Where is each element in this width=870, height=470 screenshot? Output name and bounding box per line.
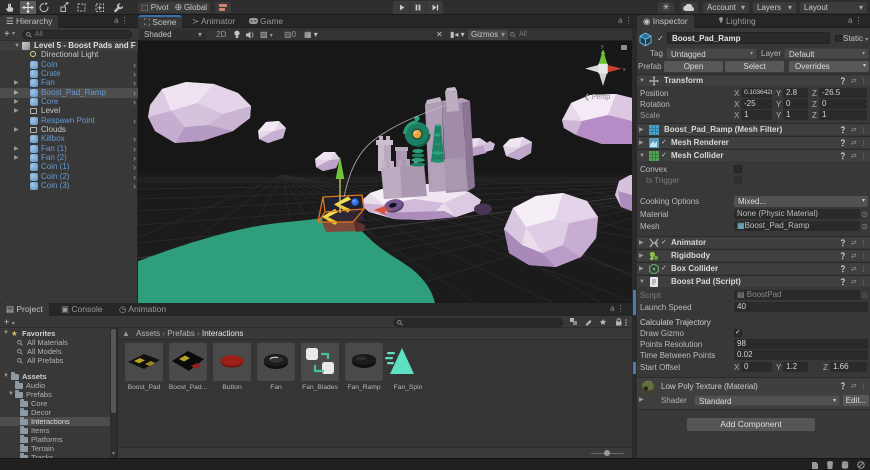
svg-text:Boost_Pad: Boost_Pad <box>128 384 161 391</box>
svg-text:Boost_Pad...: Boost_Pad... <box>169 384 207 391</box>
svg-text:Fan_Spin: Fan_Spin <box>394 384 423 391</box>
svg-text:Button: Button <box>222 384 242 391</box>
svg-text:❮ Persp: ❮ Persp <box>584 93 610 101</box>
svg-text:Fan_Ramp: Fan_Ramp <box>347 384 380 391</box>
svg-text:Fan_Blades: Fan_Blades <box>302 384 338 391</box>
svg-text:Fan: Fan <box>270 384 282 391</box>
